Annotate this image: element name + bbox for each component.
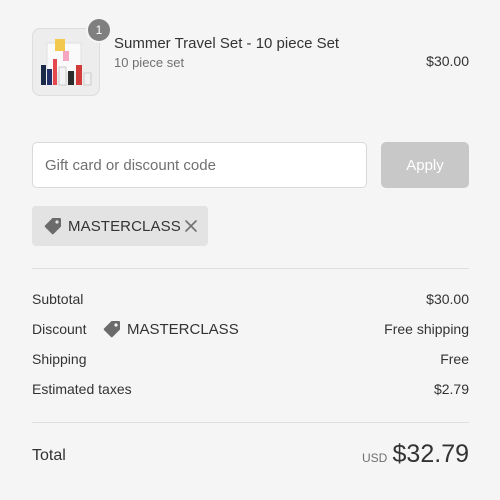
taxes-row: Estimated taxes $2.79 <box>32 381 469 401</box>
product-image <box>33 29 99 95</box>
subtotal-label: Subtotal <box>32 291 84 307</box>
shipping-value: Free <box>440 351 469 367</box>
discount-code: MASTERCLASS <box>102 319 239 339</box>
product-variant: 10 piece set <box>114 55 185 70</box>
applied-discount-code: MASTERCLASS <box>68 217 181 235</box>
apply-button[interactable]: Apply <box>381 142 469 188</box>
remove-discount-icon[interactable] <box>183 218 199 234</box>
discount-label: Discount <box>32 321 87 337</box>
shipping-row: Shipping Free <box>32 351 469 371</box>
discount-code-text: MASTERCLASS <box>127 320 239 338</box>
subtotal-row: Subtotal $30.00 <box>32 291 469 311</box>
taxes-label: Estimated taxes <box>32 381 132 397</box>
discount-value: Free shipping <box>384 321 469 337</box>
tag-icon <box>102 319 122 339</box>
product-price: $30.00 <box>426 53 469 69</box>
shipping-label: Shipping <box>32 351 87 367</box>
total-label: Total <box>32 447 66 464</box>
total-amount: $32.79 <box>392 440 469 468</box>
divider <box>32 422 469 423</box>
taxes-value: $2.79 <box>433 381 469 397</box>
subtotal-value: $30.00 <box>426 291 469 307</box>
product-title: Summer Travel Set - 10 piece Set <box>114 35 340 52</box>
divider <box>32 268 469 269</box>
total-currency: USD <box>362 451 388 465</box>
product-thumbnail: 1 <box>32 19 110 96</box>
applied-discount-chip: MASTERCLASS <box>32 206 208 246</box>
line-item: 1 Summer Travel Set - 10 piece Set 10 pi… <box>32 19 469 96</box>
discount-code-input[interactable] <box>32 142 367 188</box>
tag-icon <box>43 216 63 236</box>
quantity-badge: 1 <box>88 19 110 41</box>
discount-row: Discount MASTERCLASS Free shipping <box>32 321 469 341</box>
